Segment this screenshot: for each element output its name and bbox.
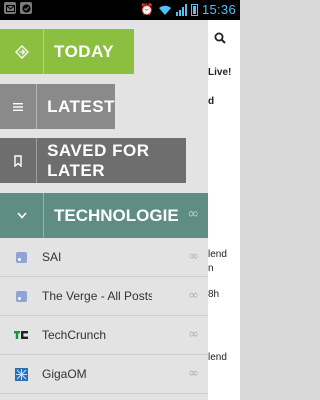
- nav-today-button[interactable]: TODAY: [0, 29, 134, 74]
- signal-icon: [175, 3, 187, 16]
- alarm-icon: ⏰: [140, 2, 154, 16]
- unread-count: ∞: [188, 249, 199, 264]
- mail-icon: [4, 2, 16, 14]
- nav-latest-button[interactable]: LATEST: [0, 84, 115, 129]
- feed-item-gigaom[interactable]: GigaOM ∞: [0, 355, 208, 394]
- background-snippet: lend: [208, 352, 227, 363]
- chevron-down-icon: [0, 193, 44, 238]
- background-content: Live! d lend n 8h lend: [208, 20, 240, 400]
- check-icon: [20, 2, 32, 14]
- battery-icon: [190, 3, 198, 16]
- unread-count: ∞: [187, 206, 199, 222]
- bookmark-icon: [0, 138, 38, 183]
- feed-item-sai[interactable]: SAI ∞: [0, 238, 208, 277]
- feed-item-techcrunch[interactable]: TechCrunch ∞: [0, 316, 208, 355]
- background-snippet: Live!: [208, 67, 232, 78]
- unread-count: ∞: [188, 288, 199, 303]
- category-label: TECHNOLOGIE: [54, 205, 179, 225]
- nav-today-label: TODAY: [54, 41, 115, 61]
- notification-icons: [4, 2, 32, 14]
- system-icons: ⏰ 15:36: [140, 2, 236, 17]
- nav-saved-label: SAVED FOR LATER: [47, 140, 150, 180]
- clock: 15:36: [201, 2, 236, 17]
- today-icon: [0, 29, 44, 74]
- background-snippet: d: [208, 96, 215, 107]
- feed-item-the-verge[interactable]: The Verge - All Posts ∞: [0, 277, 208, 316]
- nav-latest-label: LATEST: [47, 96, 115, 116]
- techcrunch-icon: [14, 328, 28, 342]
- background-snippet: lend: [208, 249, 227, 260]
- status-bar: ⏰ 15:36: [0, 0, 240, 20]
- search-icon[interactable]: [214, 31, 226, 47]
- background-snippet: n: [208, 263, 214, 274]
- wifi-icon: [158, 5, 171, 15]
- list-icon: [0, 84, 38, 129]
- feed-name: TechCrunch: [42, 328, 107, 342]
- navigation-drawer: TODAY LATEST SAVED FOR LATER TECHNOLOGIE…: [0, 20, 208, 400]
- feed-name: The Verge - All Posts: [42, 289, 152, 303]
- category-header-technologie[interactable]: TECHNOLOGIE ∞: [0, 193, 208, 238]
- unread-count: ∞: [188, 327, 199, 342]
- rss-icon: [14, 250, 28, 264]
- rss-icon: [14, 289, 28, 303]
- feed-name: GigaOM: [42, 367, 87, 381]
- feed-name: SAI: [42, 250, 62, 264]
- background-snippet: 8h: [208, 289, 220, 300]
- nav-saved-for-later-button[interactable]: SAVED FOR LATER: [0, 138, 186, 183]
- unread-count: ∞: [188, 366, 199, 381]
- gigaom-icon: [14, 367, 28, 381]
